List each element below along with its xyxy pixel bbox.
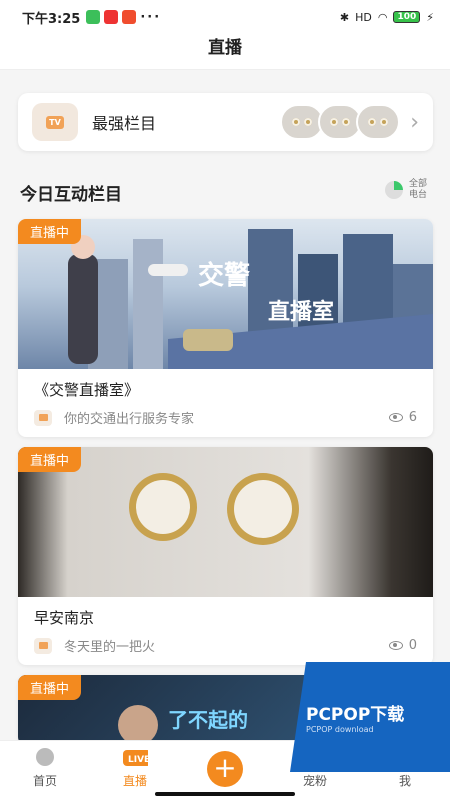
bluetooth-icon: ✱ (339, 10, 350, 24)
card-cover-image: 直播中 (18, 447, 433, 597)
charging-icon: ⚡ (426, 10, 434, 24)
featured-column-title: 最强栏目 (92, 114, 157, 133)
tab-label: 首页 (32, 774, 57, 788)
battery-icon: 100 (393, 11, 421, 23)
status-bar: 下午3:25 ··· ✱ HD ◠ 100 ⚡ (0, 0, 450, 34)
chevron-right-icon: › (410, 109, 419, 135)
thumbnail (356, 104, 401, 140)
wifi-icon: ◠ (377, 10, 388, 24)
status-right: ✱ HD ◠ 100 ⚡ (340, 11, 434, 24)
radio-icon (34, 409, 52, 426)
wechat-icon (86, 10, 101, 24)
card-meta: 你的交通出行服务专家 6 (18, 406, 433, 437)
status-time: 下午3:25 (22, 11, 81, 27)
all-stations-button[interactable]: 全部电台 (385, 179, 433, 201)
network-label: HD (355, 10, 372, 24)
home-icon (32, 745, 58, 769)
card-title: 早安南京 (34, 609, 95, 627)
card-description: 冬天里的一把火 (64, 640, 156, 655)
svg-text:了不起的: 了不起的 (168, 708, 248, 732)
page-title: 直播 (0, 34, 450, 70)
view-count: 6 (408, 410, 417, 425)
live-tag: 直播中 (18, 219, 82, 244)
plus-icon: + (207, 751, 243, 787)
featured-column-card[interactable]: TV 最强栏目 › (18, 93, 433, 151)
tv-icon: TV (32, 103, 78, 141)
traffic-scene-illustration: 交警 直播室 (68, 229, 433, 369)
live-card[interactable]: 直播中 交警 直播室 《交警直播室》 你的交通出行服务专家 6 (18, 219, 433, 437)
watermark-subtext: PCPOP download (306, 725, 374, 734)
live-card[interactable]: 直播中 早安南京 冬天里的一把火 0 (18, 447, 433, 665)
tab-label: 我 (398, 774, 411, 788)
featured-thumbnails (280, 104, 401, 140)
section-title: 今日互动栏目 (20, 185, 122, 205)
live-icon: LIVE (122, 745, 148, 769)
watermark-text: PCPOP下载 (306, 705, 405, 725)
more-icon: ··· (140, 9, 162, 25)
live-tag: 直播中 (18, 447, 82, 472)
tab-label: 直播 (122, 774, 147, 788)
watermark-banner: PCPOP下载 PCPOP download (290, 662, 450, 772)
tab-home[interactable]: 首页 (0, 741, 90, 800)
card-meta: 冬天里的一把火 0 (18, 634, 433, 665)
all-stations-label: 全部电台 (409, 179, 428, 200)
card-description: 你的交通出行服务专家 (64, 412, 195, 427)
view-count: 0 (408, 638, 417, 653)
app-icon (122, 10, 137, 24)
svg-text:LIVE: LIVE (128, 755, 148, 765)
tab-label: 宠粉 (302, 774, 327, 788)
svg-text:交警: 交警 (198, 260, 250, 291)
home-indicator (155, 792, 295, 796)
eye-icon (388, 413, 403, 422)
card-title: 《交警直播室》 (34, 381, 140, 399)
card-cover-image: 直播中 交警 直播室 (18, 219, 433, 369)
svg-text:直播室: 直播室 (268, 299, 334, 325)
news-icon (104, 10, 119, 24)
live-tag: 直播中 (18, 675, 82, 700)
earrings-photo (129, 473, 299, 545)
eye-icon (388, 641, 403, 650)
radio-icon (34, 637, 52, 654)
pie-icon (385, 181, 403, 199)
